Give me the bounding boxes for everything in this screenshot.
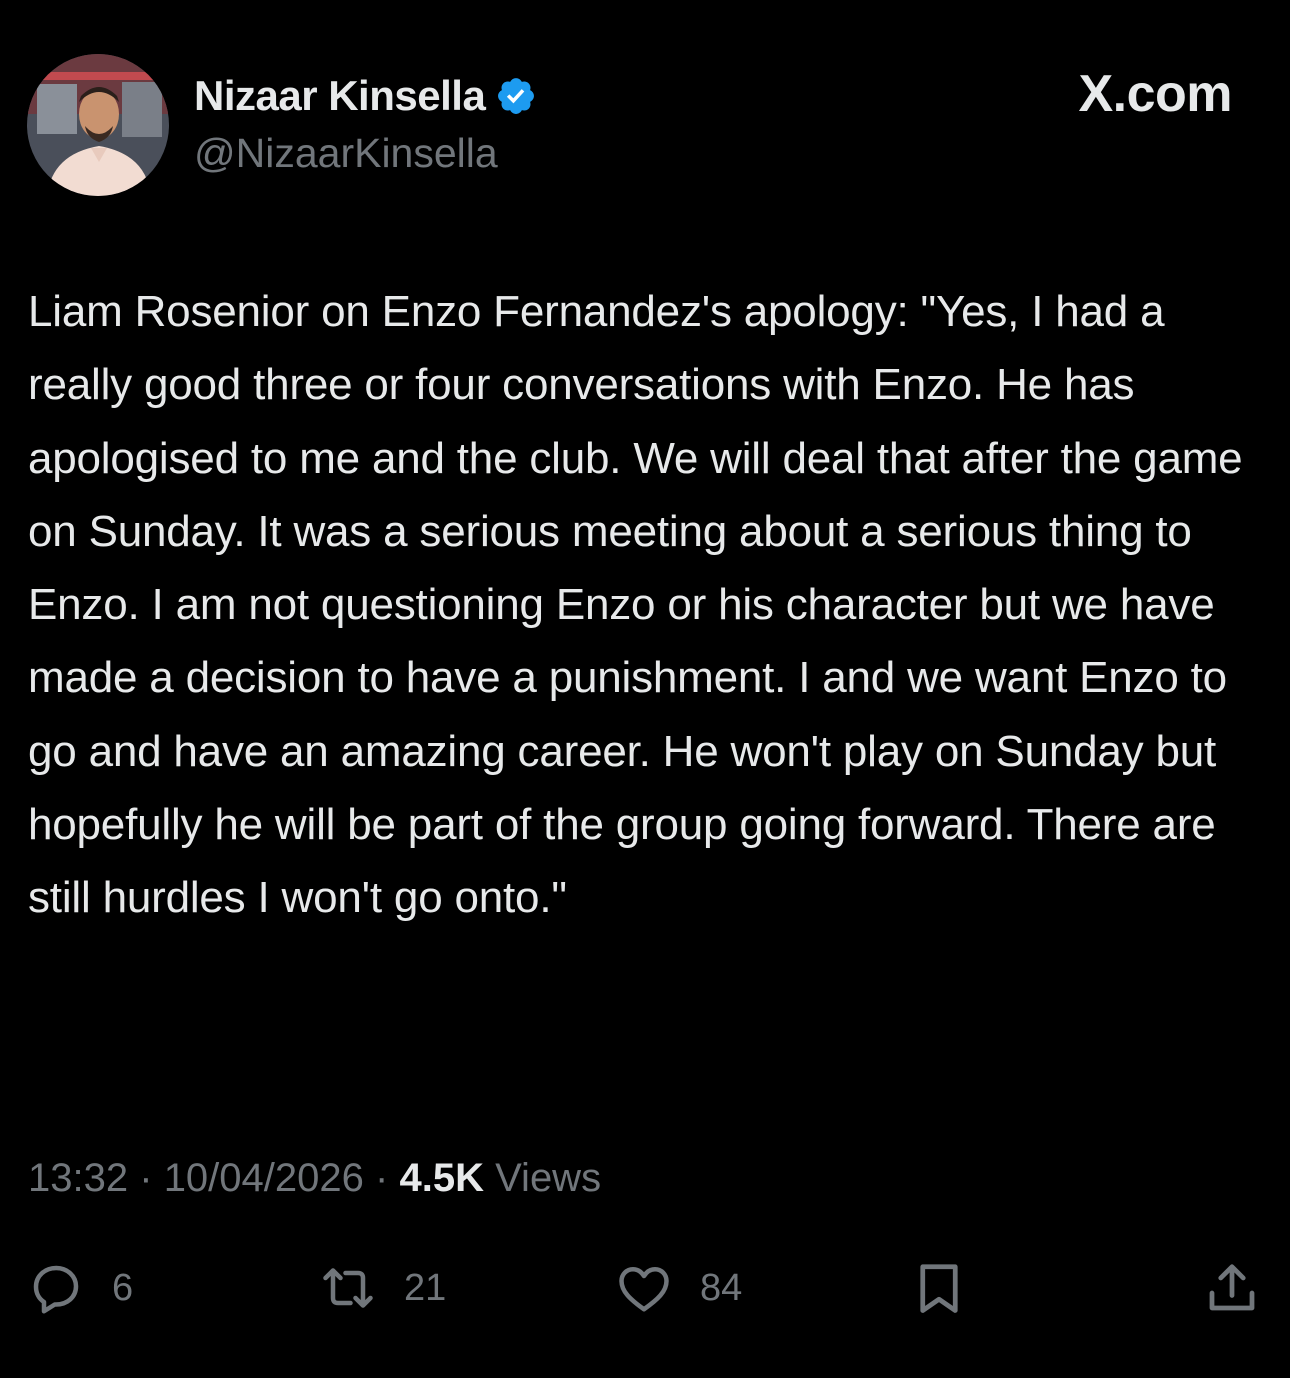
tweet-date[interactable]: 10/04/2026 [164, 1156, 364, 1200]
verified-badge-icon [498, 78, 535, 114]
bookmark-icon [920, 1264, 958, 1313]
meta-separator: · [375, 1156, 389, 1200]
heart-icon [619, 1267, 669, 1312]
reply-count: 6 [112, 1266, 134, 1309]
views-count: 4.5K [399, 1156, 484, 1200]
like-button[interactable]: 84 [614, 1258, 742, 1318]
author-avatar[interactable] [27, 54, 169, 196]
author-name[interactable]: Nizaar Kinsella [194, 72, 486, 120]
tweet-text: Liam Rosenior on Enzo Fernandez's apolog… [28, 287, 1243, 923]
like-count: 84 [700, 1266, 743, 1309]
repost-icon [323, 1268, 373, 1308]
author-name-row: Nizaar Kinsella [194, 68, 537, 124]
author-handle[interactable]: @NizaarKinsella [194, 130, 498, 177]
tweet-time[interactable]: 13:32 [28, 1156, 128, 1200]
bookmark-button[interactable] [909, 1258, 969, 1318]
tweet-card: Nizaar Kinsella @NizaarKinsella X.com Li… [0, 0, 1290, 1378]
repost-count: 21 [404, 1266, 447, 1309]
share-button[interactable] [1202, 1258, 1262, 1318]
share-icon [1209, 1264, 1255, 1311]
tweet-meta: 13:32 · 10/04/2026 · 4.5K Views [28, 1156, 601, 1201]
views-label: Views [495, 1156, 602, 1200]
avatar-photo-icon [27, 54, 169, 196]
meta-separator: · [139, 1156, 153, 1200]
repost-button[interactable]: 21 [318, 1258, 446, 1318]
reply-icon [33, 1265, 79, 1314]
reply-button[interactable]: 6 [26, 1258, 133, 1318]
brand-watermark: X.com [1078, 65, 1232, 123]
